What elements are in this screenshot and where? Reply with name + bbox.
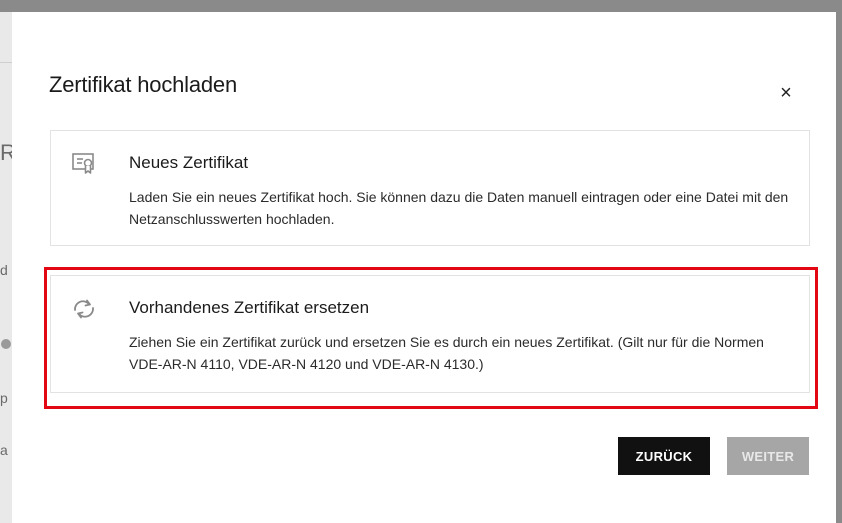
- next-button[interactable]: WEITER: [727, 437, 809, 475]
- option-new-certificate[interactable]: Neues Zertifikat Laden Sie ein neues Zer…: [50, 130, 810, 246]
- dialog-title: Zertifikat hochladen: [49, 72, 237, 97]
- upload-certificate-dialog: Zertifikat hochladen × Neues Zertifikat …: [12, 12, 836, 523]
- background-divider: [0, 62, 12, 63]
- background-text-fragment: p: [0, 390, 8, 406]
- replace-arrows-icon: [69, 294, 99, 324]
- background-overlay-right: [836, 0, 842, 523]
- background-text-fragment: d: [0, 262, 8, 278]
- back-button[interactable]: ZURÜCK: [618, 437, 710, 475]
- certificate-icon: [69, 149, 99, 179]
- background-text-fragment: a: [0, 442, 8, 458]
- background-bullet: [1, 339, 11, 349]
- close-button[interactable]: ×: [775, 82, 797, 104]
- option-title: Vorhandenes Zertifikat ersetzen: [129, 298, 370, 317]
- background-overlay-top: [0, 0, 842, 12]
- option-description: Ziehen Sie ein Zertifikat zurück und ers…: [129, 334, 764, 372]
- option-title: Neues Zertifikat: [129, 153, 249, 172]
- option-description: Laden Sie ein neues Zertifikat hoch. Sie…: [129, 189, 789, 227]
- background-text-fragment: R: [0, 140, 12, 165]
- close-icon: ×: [780, 81, 792, 104]
- option-replace-certificate[interactable]: Vorhandenes Zertifikat ersetzen Ziehen S…: [50, 275, 810, 393]
